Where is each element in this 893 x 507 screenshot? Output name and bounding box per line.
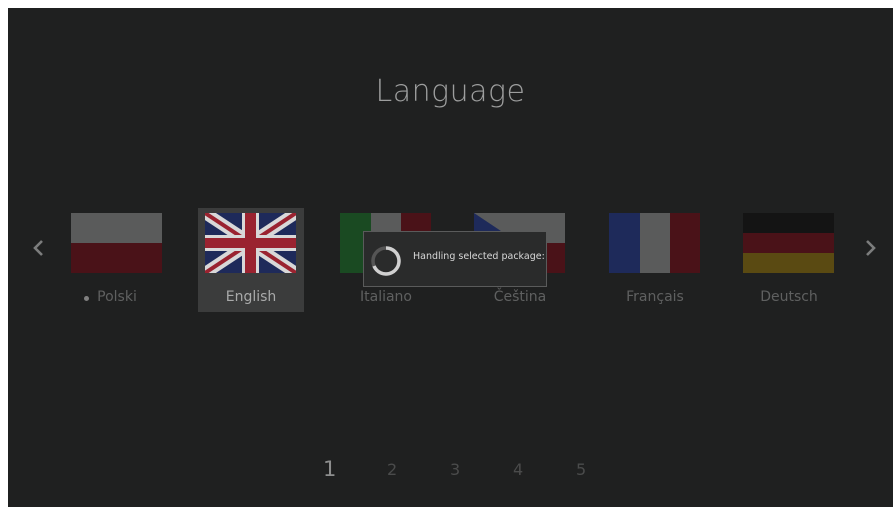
language-item-polski[interactable]: Polski <box>64 208 170 312</box>
loading-spinner-icon <box>370 245 402 277</box>
page-4[interactable]: 4 <box>513 460 523 479</box>
language-label: English <box>225 289 277 305</box>
language-label: Italiano <box>360 289 412 305</box>
page-5[interactable]: 5 <box>576 460 586 479</box>
language-label: Deutsch <box>760 289 818 305</box>
prev-arrow-button[interactable] <box>27 234 51 262</box>
next-arrow-button[interactable] <box>858 234 882 262</box>
chevron-right-icon <box>866 240 876 256</box>
page-2[interactable]: 2 <box>387 460 397 479</box>
france-flag-icon <box>609 213 700 273</box>
language-item-francais[interactable]: Français <box>602 208 708 312</box>
page-3[interactable]: 3 <box>450 460 460 479</box>
language-label: Polski <box>97 289 137 305</box>
loading-dialog: Handling selected package: <box>363 231 547 287</box>
pagination: 1 2 3 4 5 <box>8 457 893 490</box>
germany-flag-icon <box>743 213 834 273</box>
dialog-message: Handling selected package: <box>413 251 545 262</box>
page-1[interactable]: 1 <box>323 457 336 481</box>
chevron-left-icon <box>33 240 43 256</box>
language-label: Čeština <box>493 289 547 305</box>
language-item-deutsch[interactable]: Deutsch <box>736 208 842 312</box>
poland-flag-icon <box>71 213 162 273</box>
language-label: Français <box>626 289 684 305</box>
uk-flag-icon <box>205 213 296 273</box>
page-title: Language <box>375 74 526 109</box>
language-screen: Language Polski English Italiano Čeština… <box>8 8 893 507</box>
language-item-english[interactable]: English <box>198 208 304 312</box>
